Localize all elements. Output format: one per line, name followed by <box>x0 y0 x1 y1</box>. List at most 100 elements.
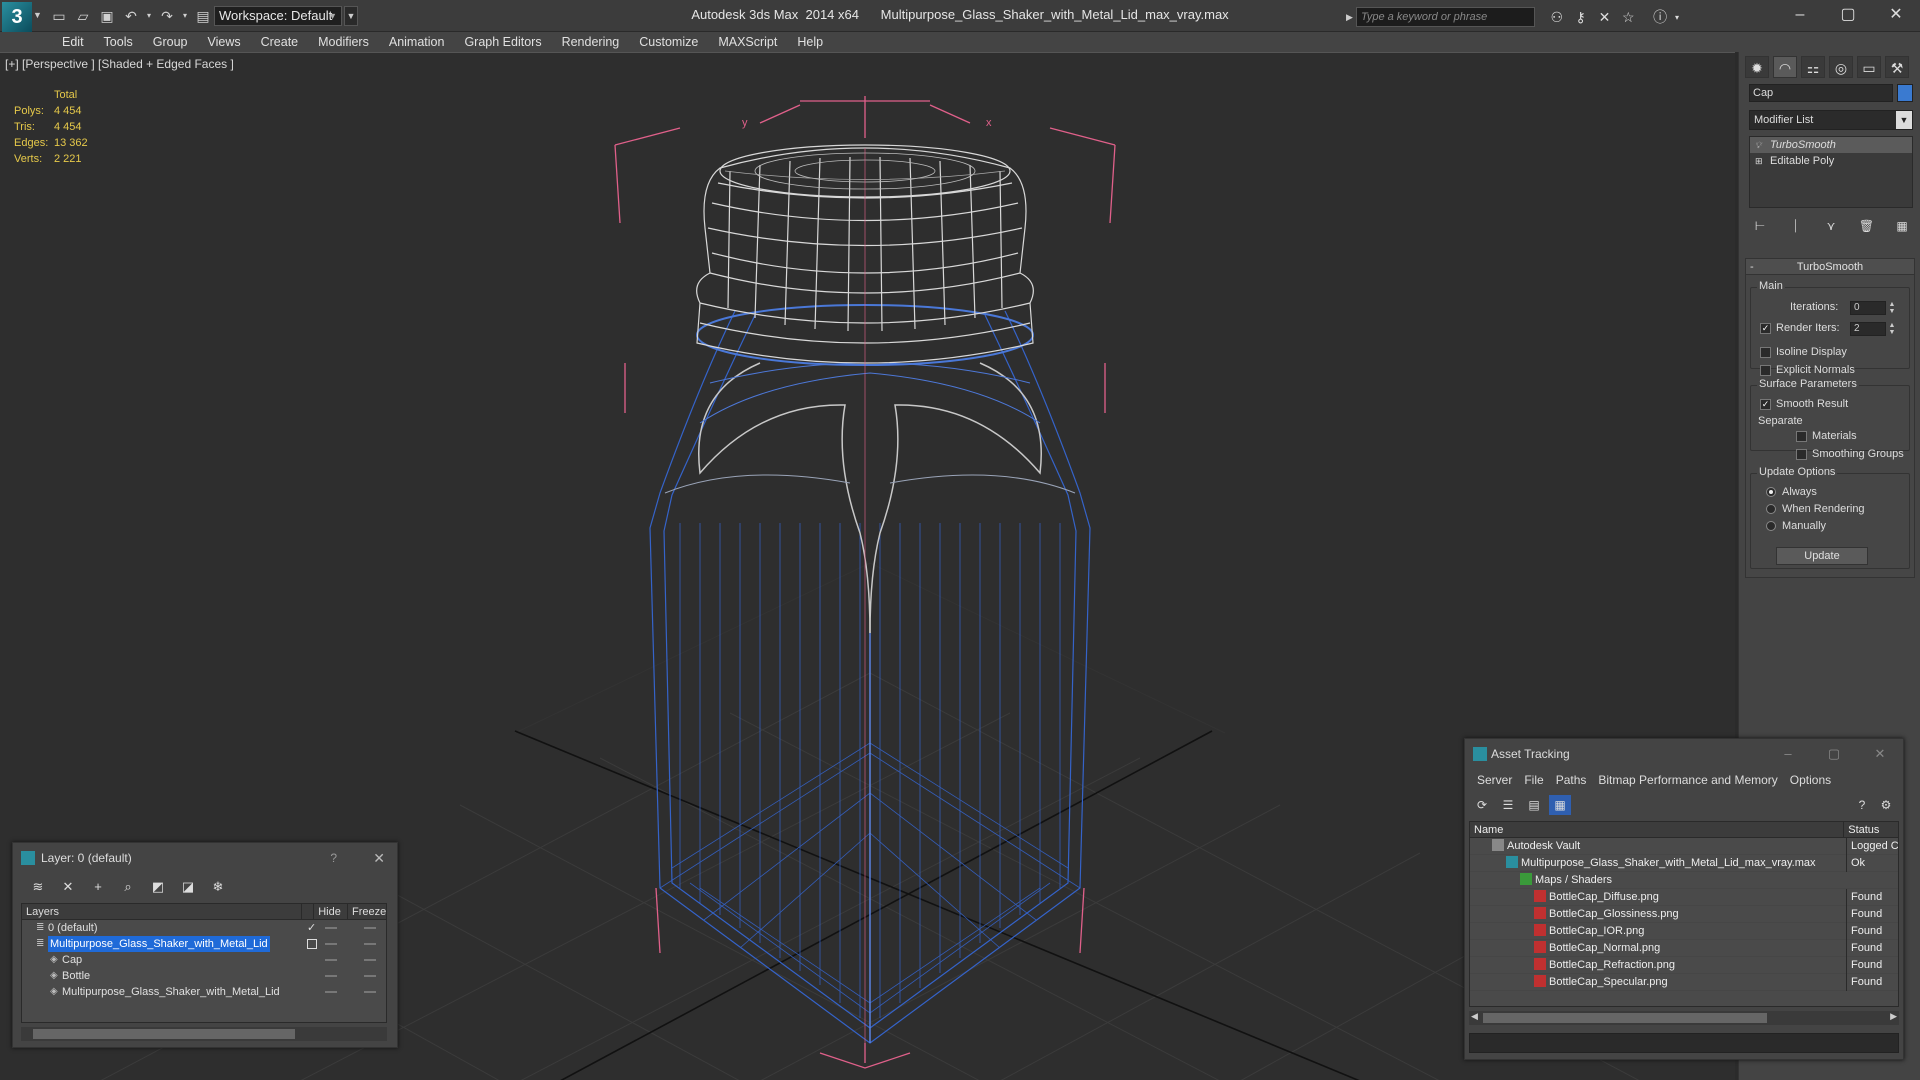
object-name-field[interactable] <box>1749 84 1893 102</box>
create-tab-icon[interactable]: ✹ <box>1745 56 1769 78</box>
layer-manager-icon[interactable]: ≋ <box>27 877 49 897</box>
iterations-spinner[interactable]: 0 <box>1850 301 1886 315</box>
close-icon[interactable]: ✕ <box>1857 739 1903 769</box>
save-icon[interactable]: ▣ <box>96 6 118 26</box>
hide-toggle[interactable] <box>325 943 337 945</box>
freeze-toggle[interactable] <box>364 959 376 961</box>
asset-menu-paths[interactable]: Paths <box>1550 771 1593 789</box>
explicit-normals-checkbox[interactable] <box>1760 365 1771 376</box>
render-iters-checkbox[interactable]: ✓ <box>1760 323 1771 334</box>
scrollbar-thumb[interactable] <box>33 1029 295 1039</box>
select-in-layer-icon[interactable]: ⌕ <box>117 877 139 897</box>
menu-rendering[interactable]: Rendering <box>552 32 630 52</box>
close-icon[interactable]: ✕ <box>373 843 385 873</box>
asset-menu-bitmap-performance-and-memory[interactable]: Bitmap Performance and Memory <box>1592 771 1783 789</box>
redo-icon[interactable]: ↷ <box>156 6 178 26</box>
freeze-toggle[interactable] <box>364 975 376 977</box>
make-unique-icon[interactable]: ⋎ <box>1820 216 1842 236</box>
render-iters-spinner[interactable]: 2 <box>1850 322 1886 336</box>
modifier-list-dropdown[interactable]: Modifier List ▼ <box>1749 110 1913 130</box>
add-layer-icon[interactable]: + <box>87 877 109 897</box>
object-color-swatch[interactable] <box>1897 84 1913 102</box>
viewport-label-menu[interactable]: [+] [Perspective ] [Shaded + Edged Faces… <box>5 57 234 71</box>
expand-plus-icon[interactable]: ⊞ <box>1755 153 1763 169</box>
help-icon[interactable]: ⓘ <box>1648 7 1672 27</box>
configure-sets-icon[interactable]: ▦ <box>1891 216 1913 236</box>
chevron-down-icon[interactable]: ▼ <box>33 10 42 20</box>
menu-maxscript[interactable]: MAXScript <box>708 32 787 52</box>
minimize-icon[interactable]: – <box>1776 0 1824 30</box>
materials-checkbox[interactable] <box>1796 431 1807 442</box>
app-logo-button[interactable]: 3 <box>2 2 32 32</box>
menu-edit[interactable]: Edit <box>52 32 94 52</box>
update-button[interactable]: Update <box>1776 547 1868 565</box>
menu-tools[interactable]: Tools <box>94 32 143 52</box>
menu-create[interactable]: Create <box>251 32 309 52</box>
search-input[interactable] <box>1355 7 1535 27</box>
layer-row[interactable]: ◈ Multipurpose_Glass_Shaker_with_Metal_Li… <box>22 984 386 1000</box>
asset-path-field[interactable] <box>1469 1033 1899 1053</box>
layer-row[interactable]: ≣ 0 (default) ✓ <box>22 920 386 936</box>
smoothing-groups-checkbox[interactable] <box>1796 449 1807 460</box>
hide-toggle[interactable] <box>325 991 337 993</box>
minimize-icon[interactable]: – <box>1765 739 1811 769</box>
close-icon[interactable]: ✕ <box>1872 0 1920 30</box>
open-file-icon[interactable]: ▱ <box>72 6 94 26</box>
project-folder-icon[interactable]: ▤ <box>192 6 214 26</box>
asset-menu-file[interactable]: File <box>1518 771 1549 789</box>
undo-icon[interactable]: ↶ <box>120 6 142 26</box>
show-end-result-icon[interactable]: ⏐ <box>1785 216 1807 236</box>
table-view-icon[interactable]: ▦ <box>1549 795 1571 815</box>
menu-customize[interactable]: Customize <box>629 32 708 52</box>
freeze-toggle[interactable] <box>364 991 376 993</box>
delete-layer-icon[interactable]: ✕ <box>57 877 79 897</box>
refresh-icon[interactable]: ⟳ <box>1471 795 1493 815</box>
asset-menu-server[interactable]: Server <box>1471 771 1518 789</box>
rollout-header[interactable]: - TurboSmooth <box>1746 259 1914 275</box>
asset-row[interactable]: Multipurpose_Glass_Shaker_with_Metal_Lid… <box>1470 855 1898 872</box>
hierarchy-tab-icon[interactable]: ⚏ <box>1801 56 1825 78</box>
menu-views[interactable]: Views <box>197 32 250 52</box>
motion-tab-icon[interactable]: ◎ <box>1829 56 1853 78</box>
always-radio[interactable] <box>1766 487 1776 497</box>
star-icon[interactable]: ☆ <box>1616 9 1640 26</box>
maximize-icon[interactable]: ▢ <box>1811 739 1857 769</box>
column-hide[interactable]: Hide <box>314 904 348 919</box>
help-icon[interactable]: ? <box>330 843 337 873</box>
dialog-title-bar[interactable]: Layer: 0 (default) ? ✕ <box>13 843 397 873</box>
help-dropdown-icon[interactable]: ▾ <box>1672 13 1682 22</box>
column-name[interactable]: Name <box>1470 822 1845 837</box>
pin-stack-icon[interactable]: ⊢ <box>1749 216 1771 236</box>
redo-dropdown-icon[interactable]: ▾ <box>180 6 190 26</box>
asset-row[interactable]: BottleCap_Refraction.png Found <box>1470 957 1898 974</box>
hide-toggle[interactable] <box>325 975 337 977</box>
options-icon[interactable]: ⚙ <box>1875 795 1897 815</box>
asset-row[interactable]: Autodesk Vault Logged C <box>1470 838 1898 855</box>
utilities-tab-icon[interactable]: ⚒ <box>1885 56 1909 78</box>
spinner-arrows-icon[interactable]: ▲ ▼ <box>1888 322 1896 336</box>
help-icon[interactable]: ? <box>1851 795 1873 815</box>
asset-row[interactable]: Maps / Shaders <box>1470 872 1898 889</box>
stack-item-editable-poly[interactable]: ⊞ Editable Poly <box>1750 153 1912 169</box>
thumbnail-view-icon[interactable]: ▤ <box>1523 795 1545 815</box>
expand-search-icon[interactable]: ▶ <box>1346 12 1356 23</box>
column-layers[interactable]: Layers <box>22 904 303 919</box>
layer-row[interactable]: ≣ Multipurpose_Glass_Shaker_with_Metal_Li… <box>22 936 386 952</box>
menu-animation[interactable]: Animation <box>379 32 455 52</box>
modify-tab-icon[interactable]: ◠ <box>1773 56 1797 78</box>
scroll-right-icon[interactable]: ▶ <box>1890 1011 1897 1022</box>
horizontal-scrollbar[interactable] <box>21 1027 387 1041</box>
customize-toolbar-icon[interactable]: ▼ <box>344 6 358 26</box>
freeze-toggle[interactable] <box>364 943 376 945</box>
remove-modifier-icon[interactable]: 🗑︎ <box>1856 216 1878 236</box>
freeze-all-layers-icon[interactable]: ❄ <box>207 877 229 897</box>
menu-modifiers[interactable]: Modifiers <box>308 32 379 52</box>
menu-help[interactable]: Help <box>787 32 833 52</box>
maximize-icon[interactable]: ▢ <box>1824 0 1872 30</box>
display-tab-icon[interactable]: ▭ <box>1857 56 1881 78</box>
current-layer-check-icon[interactable]: ✓ <box>307 920 316 936</box>
hide-all-layers-icon[interactable]: ◪ <box>177 877 199 897</box>
lightbulb-icon[interactable]: 💡︎ <box>1755 137 1761 153</box>
column-status[interactable]: Status <box>1844 822 1898 837</box>
smooth-result-checkbox[interactable]: ✓ <box>1760 399 1771 410</box>
